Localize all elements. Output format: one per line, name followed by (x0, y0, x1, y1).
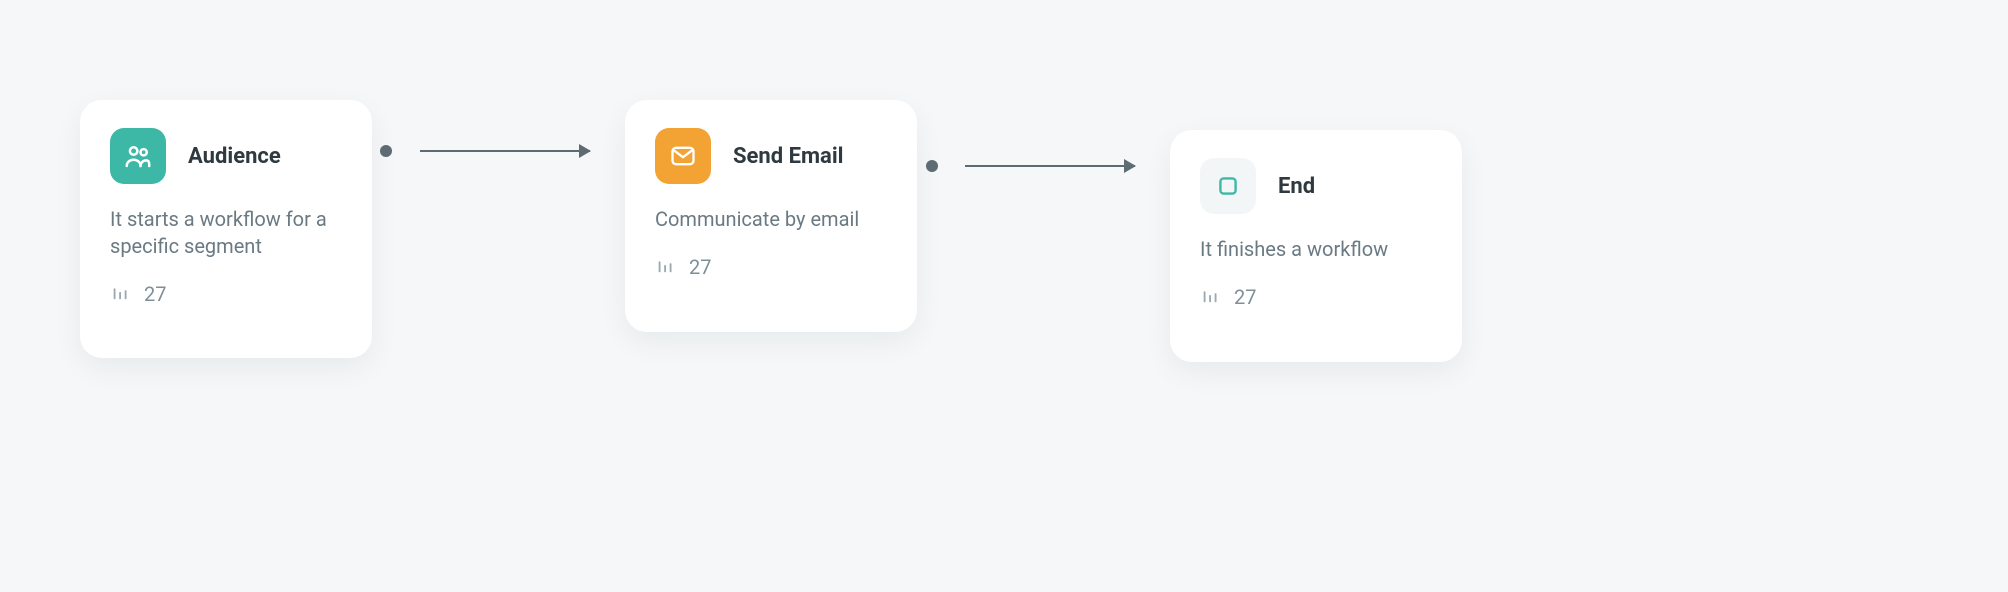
node-description: Communicate by email (655, 206, 887, 233)
mail-icon (655, 128, 711, 184)
node-metric: 27 (655, 253, 887, 280)
node-title: Audience (188, 144, 281, 169)
node-metric: 27 (1200, 283, 1432, 310)
connector-port[interactable] (926, 160, 938, 172)
workflow-canvas[interactable]: Audience It starts a workflow for a spec… (0, 0, 2008, 592)
connector-arrow (965, 165, 1135, 167)
node-description: It starts a workflow for a specific segm… (110, 206, 342, 260)
bars-icon (655, 253, 677, 280)
bars-icon (1200, 283, 1222, 310)
workflow-node-send-email[interactable]: Send Email Communicate by email 27 (625, 100, 917, 332)
node-title: Send Email (733, 144, 843, 169)
workflow-node-audience[interactable]: Audience It starts a workflow for a spec… (80, 100, 372, 358)
node-metric: 27 (110, 280, 342, 307)
node-metric-value: 27 (1234, 285, 1256, 309)
node-description: It finishes a workflow (1200, 236, 1432, 263)
users-icon (110, 128, 166, 184)
connector-port[interactable] (380, 145, 392, 157)
node-metric-value: 27 (689, 255, 711, 279)
node-metric-value: 27 (144, 282, 166, 306)
connector-arrow (420, 150, 590, 152)
workflow-node-end[interactable]: End It finishes a workflow 27 (1170, 130, 1462, 362)
node-title: End (1278, 174, 1315, 199)
bars-icon (110, 280, 132, 307)
square-icon (1200, 158, 1256, 214)
